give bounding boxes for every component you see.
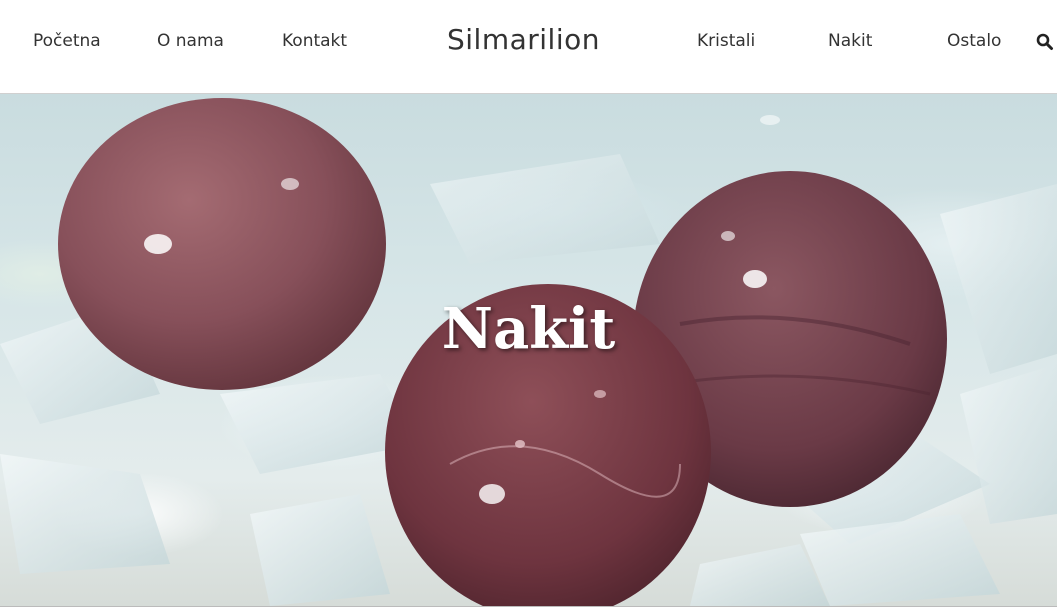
site-header: Početna O nama Kontakt Silmarilion Krist…: [0, 0, 1057, 94]
nav-link-o-nama[interactable]: O nama: [157, 30, 224, 52]
site-title[interactable]: Silmarilion: [447, 22, 600, 58]
search-button[interactable]: [1036, 33, 1054, 51]
nav-link-pocetna[interactable]: Početna: [33, 30, 101, 52]
search-icon: [1036, 33, 1053, 50]
nav-link-kontakt[interactable]: Kontakt: [282, 30, 347, 52]
page-bottom-divider: [0, 606, 1057, 611]
nav-link-kristali[interactable]: Kristali: [697, 30, 755, 52]
nav-link-ostalo[interactable]: Ostalo: [947, 30, 1001, 52]
hero-title: Nakit: [441, 296, 616, 362]
hero-banner: Nakit: [0, 94, 1057, 606]
nav-link-nakit[interactable]: Nakit: [828, 30, 872, 52]
